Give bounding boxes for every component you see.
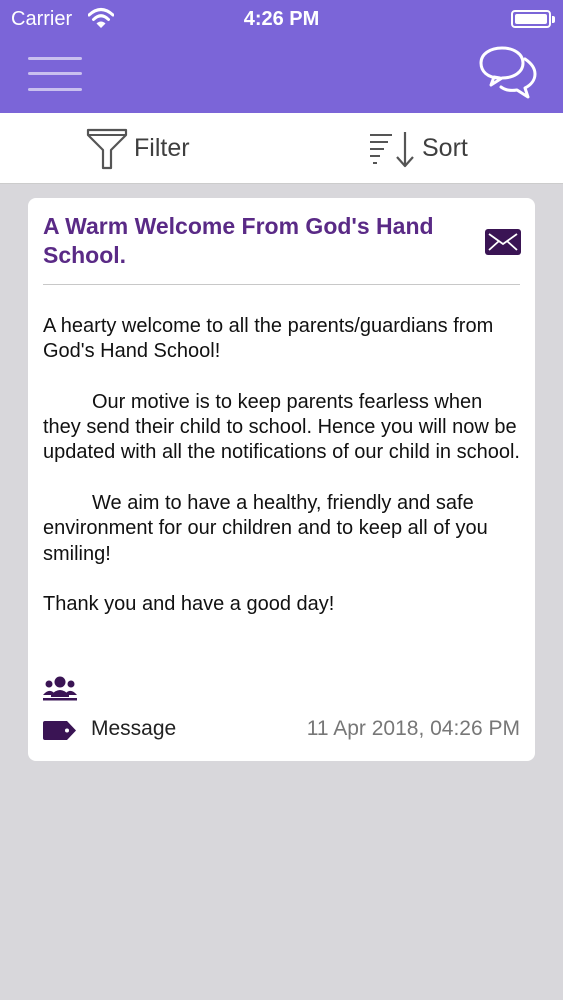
notice-type-label: Message bbox=[91, 717, 177, 740]
notice-paragraph: Thank you and have a good day! bbox=[43, 593, 335, 616]
battery-icon bbox=[511, 10, 555, 28]
chat-button[interactable] bbox=[478, 46, 538, 100]
notice-paragraph: Our motive is to keep parents fearless w… bbox=[43, 390, 520, 464]
group-users-icon bbox=[43, 676, 77, 701]
sort-button[interactable]: Sort bbox=[368, 113, 468, 184]
hamburger-menu-icon bbox=[28, 57, 82, 60]
notice-card[interactable]: A Warm Welcome From God's Hand School. A… bbox=[28, 198, 535, 761]
filter-button[interactable]: Filter bbox=[86, 113, 190, 184]
notice-paragraph: A hearty welcome to all the parents/guar… bbox=[43, 315, 494, 363]
filter-sort-toolbar: Filter Sort bbox=[0, 113, 563, 184]
clock: 4:26 PM bbox=[243, 8, 320, 30]
status-bar: Carrier 4:26 PM bbox=[0, 0, 563, 40]
menu-button[interactable] bbox=[28, 55, 82, 93]
tag-icon bbox=[43, 721, 76, 740]
notice-timestamp: 11 Apr 2018, 04:26 PM bbox=[306, 717, 520, 740]
notice-body: A hearty welcome to all the parents/guar… bbox=[43, 314, 525, 643]
title-divider bbox=[43, 284, 520, 285]
app-header: Carrier 4:26 PM bbox=[0, 0, 563, 113]
filter-label: Filter bbox=[134, 134, 190, 162]
sort-label: Sort bbox=[422, 134, 468, 162]
funnel-icon bbox=[86, 128, 128, 169]
mail-icon[interactable] bbox=[485, 229, 521, 255]
sort-descending-icon bbox=[370, 131, 414, 167]
notice-title: A Warm Welcome From God's Hand School. bbox=[43, 213, 434, 268]
chat-bubbles-icon bbox=[479, 46, 537, 99]
notice-paragraph: We aim to have a healthy, friendly and s… bbox=[43, 492, 488, 565]
